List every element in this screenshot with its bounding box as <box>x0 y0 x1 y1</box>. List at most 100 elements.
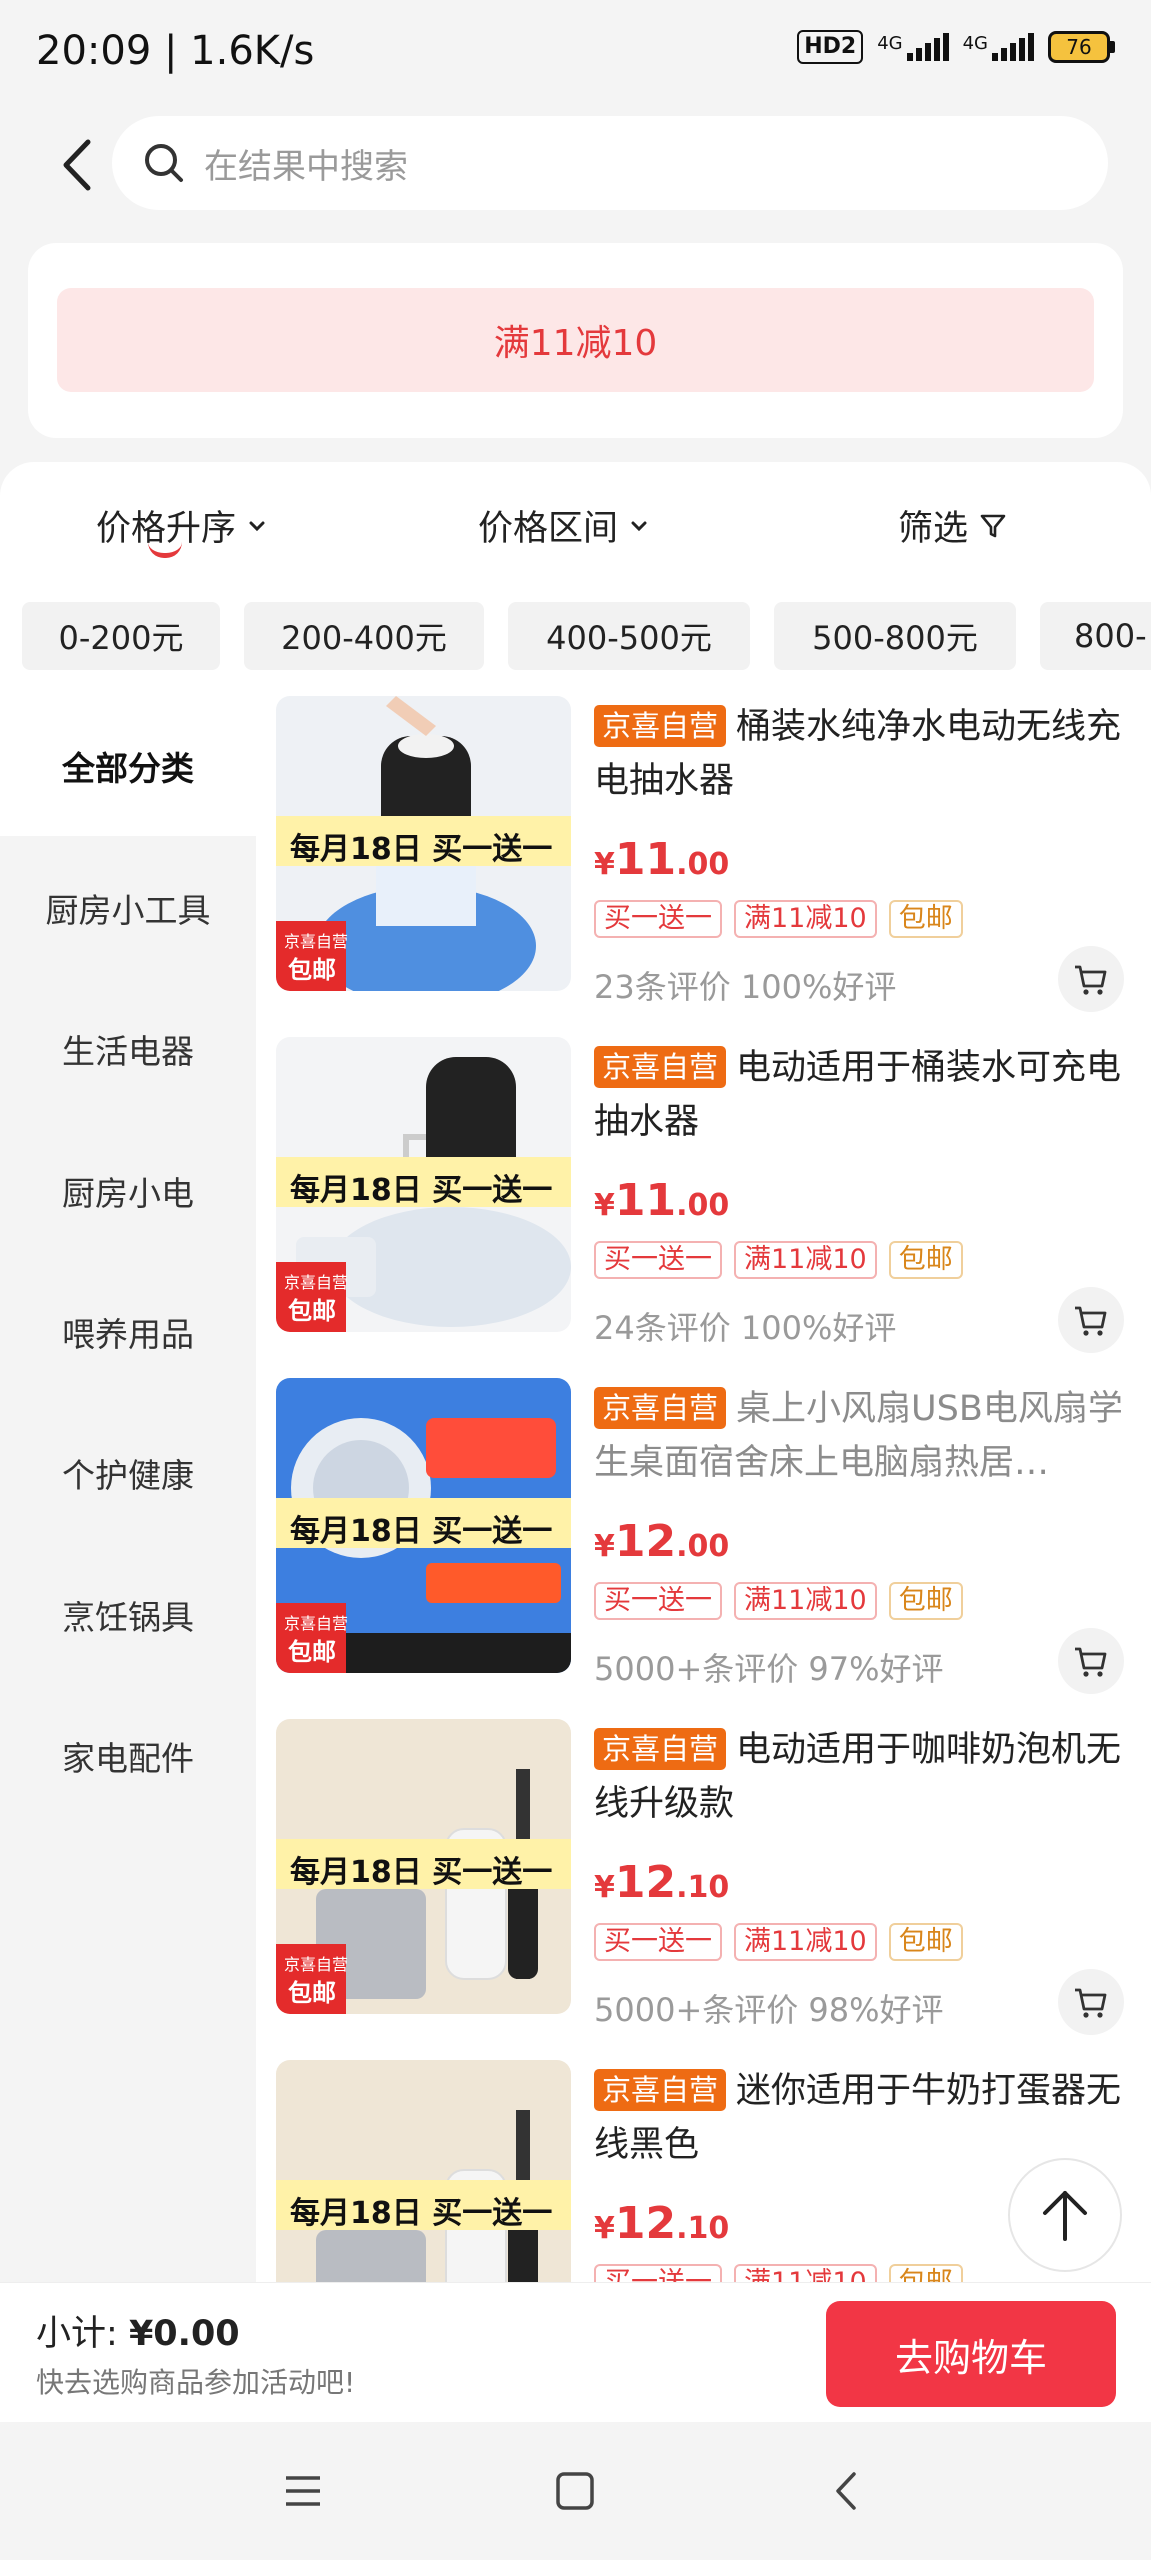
system-nav-bar <box>0 2422 1151 2560</box>
add-to-cart-button[interactable] <box>1058 946 1124 1012</box>
cart-icon <box>1075 965 1107 995</box>
results-panel: 价格升序 价格区间 筛选 0-200元 200-400元 400-500元 50… <box>0 462 1151 2282</box>
image-promo-text: 每月18日 买一送一 <box>290 2196 553 2231</box>
product-image[interactable]: 每月18日 买一送一 京喜自营 包邮 <box>276 1719 571 2014</box>
sort-bar: 价格升序 价格区间 筛选 <box>0 462 1151 582</box>
category-item[interactable]: 厨房小电 <box>0 1121 256 1261</box>
product-image[interactable]: 每月18日 买一送一 <box>276 2060 571 2282</box>
tag-free-shipping: 包邮 <box>888 2264 963 2282</box>
subtotal-value: ¥0.00 <box>128 2314 240 2354</box>
tag-discount: 满11减10 <box>734 1241 877 1279</box>
self-operated-badge: 京喜自营 <box>594 1728 727 1770</box>
price-chip[interactable]: 200-400元 <box>244 602 484 670</box>
image-free-ship-label: 包邮 <box>288 1979 336 2007</box>
battery-icon: 76 <box>1048 31 1115 63</box>
product-reviews: 5000+条评价 98%好评 <box>594 1991 944 2029</box>
image-jd-label: 京喜自营 <box>284 1614 349 1633</box>
price-chip[interactable]: 500-800元 <box>774 602 1016 670</box>
product-card[interactable]: 每月18日 买一送一 京喜自营 包邮 京喜自营 桶装水纯净水电动无线充电抽水器 ¥… <box>256 696 1151 1036</box>
cart-icon <box>1075 1306 1107 1336</box>
image-jd-label: 京喜自营 <box>284 932 349 951</box>
product-tags: 买一送一 满11减10 包邮 <box>594 900 963 938</box>
image-free-ship-label: 包邮 <box>288 1638 336 1666</box>
filter-icon <box>980 514 1006 537</box>
search-placeholder: 在结果中搜索 <box>204 146 408 187</box>
sort-price-range[interactable]: 价格区间 <box>478 500 650 551</box>
product-card[interactable]: 每月18日 买一送一 京喜自营迷你适用于牛奶打蛋器无线黑色 ¥12.10 买一送… <box>256 2060 1151 2282</box>
arrow-up-icon <box>1043 2191 1087 2241</box>
image-promo-text: 每月18日 买一送一 <box>290 1855 553 1890</box>
status-bar: 20:09 | 1.6K/s HD2 4G 4G 76 <box>0 0 1151 110</box>
product-card[interactable]: 每月18日 买一送一 京喜自营 包邮 京喜自营 电动适用于桶装水可充电抽水器 ¥1… <box>256 1037 1151 1377</box>
cart-icon <box>1075 1647 1107 1677</box>
menu-button[interactable] <box>278 2466 328 2516</box>
product-image[interactable]: 每月18日 买一送一 京喜自营 包邮 <box>276 1037 571 1332</box>
sort-price-range-label: 价格区间 <box>478 509 619 549</box>
tag-discount: 满11减10 <box>734 1582 877 1620</box>
product-title[interactable]: 京喜自营 电动适用于桶装水可充电抽水器 <box>594 1041 1134 1149</box>
go-to-cart-button[interactable]: 去购物车 <box>826 2301 1116 2407</box>
product-tags: 买一送一 满11减10 包邮 <box>594 1241 963 1279</box>
active-sort-indicator <box>148 542 182 558</box>
product-reviews: 5000+条评价 97%好评 <box>594 1650 944 1688</box>
price-chip[interactable]: 400-500元 <box>508 602 750 670</box>
product-image[interactable]: 每月18日 买一送一 京喜自营 包邮 <box>276 1378 571 1673</box>
category-sidebar: 全部分类 厨房小工具 生活电器 厨房小电 喂养用品 个护健康 烹饪锅具 家电配件 <box>0 696 256 2282</box>
product-price: ¥12.00 <box>594 1516 730 1567</box>
system-back-button[interactable] <box>822 2466 872 2516</box>
category-item[interactable]: 喂养用品 <box>0 1262 256 1402</box>
tag-discount: 满11减10 <box>734 900 877 938</box>
search-input[interactable]: 在结果中搜索 <box>112 116 1108 210</box>
product-title[interactable]: 京喜自营 电动适用于咖啡奶泡机无线升级款 <box>594 1723 1134 1831</box>
promo-banner[interactable]: 满11减10 <box>57 288 1094 392</box>
back-button[interactable] <box>50 130 110 200</box>
tag-buy-one-get-one: 买一送一 <box>594 1923 722 1961</box>
category-item[interactable]: 厨房小工具 <box>0 838 256 978</box>
tag-buy-one-get-one: 买一送一 <box>594 2264 722 2282</box>
self-operated-badge: 京喜自营 <box>594 2069 727 2111</box>
add-to-cart-button[interactable] <box>1058 1287 1124 1353</box>
product-reviews: 24条评价 100%好评 <box>594 1309 897 1347</box>
back-icon <box>836 2472 856 2510</box>
product-card[interactable]: 每月18日 买一送一 京喜自营 包邮 京喜自营 电动适用于咖啡奶泡机无线升级款 ¥… <box>256 1719 1151 2059</box>
product-tags: 买一送一 满11减10 包邮 <box>594 1582 963 1620</box>
tag-free-shipping: 包邮 <box>888 900 963 938</box>
filter-label: 筛选 <box>898 509 969 549</box>
tag-free-shipping: 包邮 <box>888 1241 963 1279</box>
menu-icon <box>286 2476 320 2506</box>
image-jd-label: 京喜自营 <box>284 1955 349 1974</box>
product-price: ¥11.00 <box>594 834 730 885</box>
sort-price-ascending[interactable]: 价格升序 <box>96 500 268 551</box>
price-chip[interactable]: 0-200元 <box>22 602 220 670</box>
self-operated-badge: 京喜自营 <box>594 1046 727 1088</box>
category-item[interactable]: 个护健康 <box>0 1403 256 1543</box>
hd-icon: HD2 <box>797 30 864 64</box>
price-chip[interactable]: 800- <box>1040 602 1151 670</box>
category-item[interactable]: 生活电器 <box>0 979 256 1119</box>
category-item[interactable]: 全部分类 <box>0 696 256 836</box>
add-to-cart-button[interactable] <box>1058 1969 1124 2035</box>
tag-free-shipping: 包邮 <box>888 1582 963 1620</box>
home-button[interactable] <box>550 2466 600 2516</box>
category-item[interactable]: 烹饪锅具 <box>0 1545 256 1685</box>
tag-buy-one-get-one: 买一送一 <box>594 1241 722 1279</box>
scroll-to-top-button[interactable] <box>1008 2158 1122 2272</box>
product-price: ¥12.10 <box>594 1857 730 1908</box>
product-title[interactable]: 京喜自营 迷你适用于牛奶打蛋器无线黑色 <box>594 2064 1134 2172</box>
chevron-down-icon <box>249 521 265 531</box>
checkout-bar: 小计: ¥0.00 快去选购商品参加活动吧! 去购物车 <box>0 2282 1151 2422</box>
category-item[interactable]: 家电配件 <box>0 1686 256 1826</box>
top-bar: 在结果中搜索 <box>0 110 1151 220</box>
image-promo-text: 每月18日 买一送一 <box>290 1514 553 1549</box>
product-title[interactable]: 京喜自营 桶装水纯净水电动无线充电抽水器 <box>594 700 1134 808</box>
filter-button[interactable]: 筛选 <box>898 500 1008 551</box>
product-title[interactable]: 京喜自营 桌上小风扇USB电风扇学生桌面宿舍床上电脑扇热居… <box>594 1382 1134 1490</box>
product-card[interactable]: 每月18日 买一送一 京喜自营 包邮 京喜自营 桌上小风扇USB电风扇学生桌面宿舍… <box>256 1378 1151 1718</box>
add-to-cart-button[interactable] <box>1058 1628 1124 1694</box>
subtotal-label: 小计: <box>36 2314 118 2354</box>
product-image[interactable]: 每月18日 买一送一 京喜自营 包邮 <box>276 696 571 991</box>
status-time: 20:09 | 1.6K/s <box>36 28 315 74</box>
image-promo-text: 每月18日 买一送一 <box>290 1173 553 1208</box>
tag-free-shipping: 包邮 <box>888 1923 963 1961</box>
self-operated-badge: 京喜自营 <box>594 1387 727 1429</box>
